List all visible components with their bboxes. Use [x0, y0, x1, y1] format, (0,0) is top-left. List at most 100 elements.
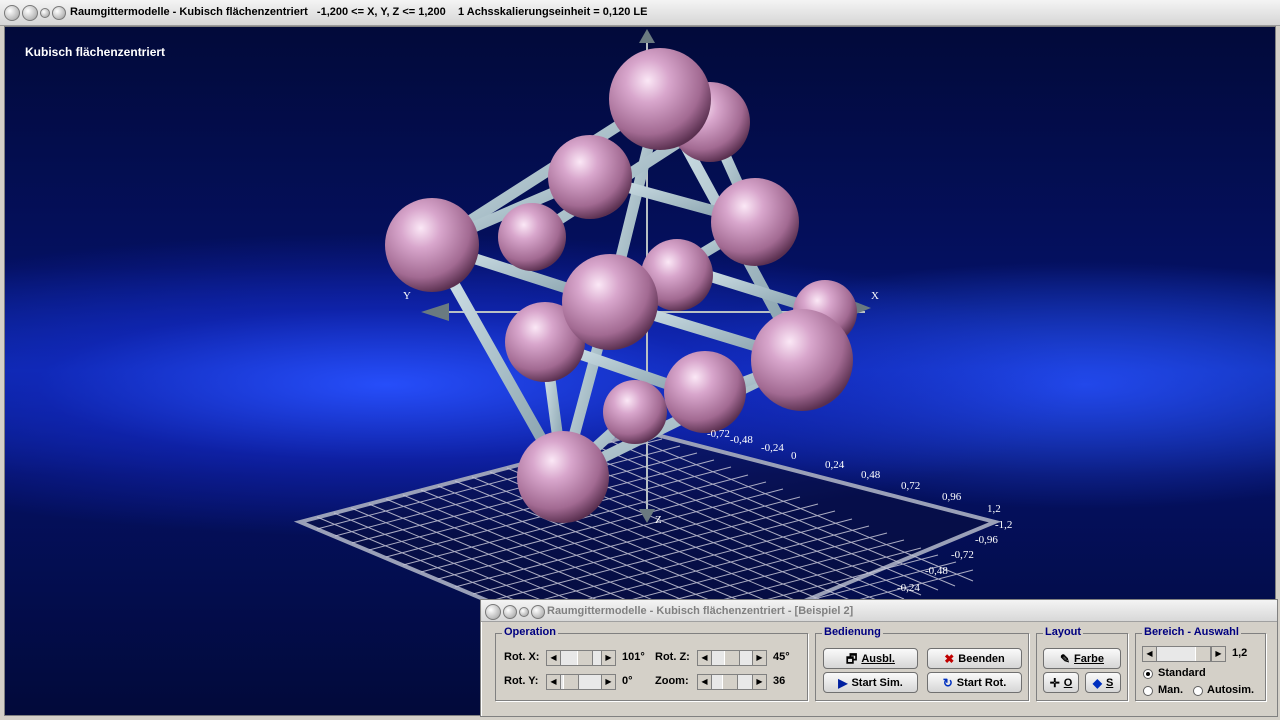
tick-label: 0,48	[861, 469, 881, 481]
atom	[517, 431, 609, 523]
arrow-right-icon[interactable]: ▶	[752, 675, 766, 689]
arrow-left-icon[interactable]: ◀	[698, 675, 712, 689]
slider-thumb[interactable]	[722, 675, 738, 689]
start-rot-button[interactable]: ↻ Start Rot.	[927, 672, 1022, 693]
ausbl-button[interactable]: 🗗 Ausbl.	[823, 648, 918, 669]
o-label: O	[1063, 676, 1073, 689]
arrow-right-icon[interactable]: ▶	[601, 651, 615, 665]
tick-label: 1,2	[987, 503, 1001, 515]
rot-x-label: Rot. X:	[504, 651, 540, 663]
farbe-label: Farbe	[1074, 652, 1105, 665]
arrow-left-icon[interactable]: ◀	[698, 651, 712, 665]
start-rot-label: Start Rot.	[956, 676, 1007, 689]
slider-thumb[interactable]	[577, 651, 593, 665]
rot-y-label: Rot. Y:	[504, 675, 539, 687]
slider-thumb[interactable]	[1195, 647, 1211, 661]
tick-label: 0,72	[901, 480, 920, 492]
close-x-icon: ✖	[944, 651, 955, 666]
atom	[711, 178, 799, 266]
beenden-label: Beenden	[958, 652, 1005, 665]
control-panel: Raumgittermodelle - Kubisch flächenzentr…	[480, 599, 1278, 717]
arrow-right-icon[interactable]: ▶	[601, 675, 615, 689]
close-circle-icon[interactable]	[4, 5, 20, 21]
o-button[interactable]: ✛ O	[1043, 672, 1079, 693]
panel-maximize-circle-icon[interactable]	[531, 605, 545, 619]
bereich-slider[interactable]: ◀ ▶	[1142, 646, 1226, 662]
rot-z-slider[interactable]: ◀ ▶	[697, 650, 767, 666]
tick-label: 0,24	[825, 459, 845, 471]
arrow-right-icon[interactable]: ▶	[752, 651, 766, 665]
rot-z-label: Rot. Z:	[655, 651, 690, 663]
beenden-button[interactable]: ✖ Beenden	[927, 648, 1022, 669]
title-bar: Raumgittermodelle - Kubisch flächenzentr…	[0, 0, 1280, 26]
zoom-label: Zoom:	[655, 675, 689, 687]
atom	[609, 48, 711, 150]
x-axis-label: X	[871, 290, 879, 302]
panel-window-controls	[485, 603, 545, 621]
tick-label: -0,72	[707, 428, 730, 440]
atom	[498, 203, 566, 271]
s-label: S	[1105, 676, 1114, 689]
panel-options-circle-icon[interactable]	[519, 607, 529, 617]
atom	[548, 135, 632, 219]
panel-title: Raumgittermodelle - Kubisch flächenzentr…	[547, 605, 854, 617]
bereich-value: 1,2	[1232, 647, 1248, 659]
minimize-circle-icon[interactable]	[22, 5, 38, 21]
play-icon: ▶	[838, 675, 848, 690]
layout-legend: Layout	[1043, 626, 1084, 638]
arrow-left-icon[interactable]: ◀	[547, 651, 561, 665]
tick-label: -1,2	[995, 519, 1012, 531]
arrow-left-icon[interactable]: ◀	[1143, 647, 1157, 661]
tick-label: -0,72	[951, 549, 974, 561]
arrow-left-icon[interactable]: ◀	[547, 675, 561, 689]
tick-label: -0,48	[925, 565, 948, 577]
autosim-label: Autosim.	[1207, 684, 1255, 696]
start-sim-button[interactable]: ▶ Start Sim.	[823, 672, 918, 693]
radio-standard[interactable]	[1143, 669, 1153, 679]
radio-autosim[interactable]	[1193, 686, 1203, 696]
rotate-icon: ↻	[942, 675, 953, 690]
zoom-slider[interactable]: ◀ ▶	[697, 674, 767, 690]
tick-label: -0,24	[897, 582, 920, 594]
slider-thumb[interactable]	[724, 651, 740, 665]
options-circle-icon[interactable]	[40, 8, 50, 18]
rot-y-slider[interactable]: ◀ ▶	[546, 674, 616, 690]
panel-close-circle-icon[interactable]	[485, 604, 501, 620]
crosshair-icon: ✛	[1049, 675, 1060, 690]
farbe-button[interactable]: ✎ Farbe	[1043, 648, 1121, 669]
atom	[562, 254, 658, 350]
man-label: Man.	[1158, 684, 1184, 696]
slider-thumb[interactable]	[563, 675, 579, 689]
atom	[664, 351, 746, 433]
atom	[603, 380, 667, 444]
operation-group: Operation Rot. X: ◀ ▶ 101° Rot. Y: ◀ ▶ 0…	[495, 626, 808, 701]
eraser-icon: ◆	[1092, 675, 1102, 690]
tick-label: -0,24	[761, 442, 784, 454]
atom	[751, 309, 853, 411]
rot-x-value: 101°	[622, 651, 645, 663]
rot-z-value: 45°	[773, 651, 790, 663]
app-window: Raumgittermodelle - Kubisch flächenzentr…	[0, 0, 1280, 720]
y-axis-arrow-icon	[421, 303, 449, 321]
hide-window-icon: 🗗	[846, 651, 858, 666]
arrow-right-icon[interactable]: ▶	[1211, 647, 1225, 661]
bedienung-group: Bedienung 🗗 Ausbl. ✖ Beenden ▶ Start Sim…	[815, 626, 1029, 701]
panel-title-bar: Raumgittermodelle - Kubisch flächenzentr…	[481, 600, 1277, 622]
rot-x-slider[interactable]: ◀ ▶	[546, 650, 616, 666]
operation-legend: Operation	[502, 626, 558, 638]
z-axis-arrow-icon	[639, 29, 655, 43]
window-controls	[4, 4, 66, 22]
maximize-circle-icon[interactable]	[52, 6, 66, 20]
tick-label: -0,48	[730, 434, 753, 446]
panel-minimize-circle-icon[interactable]	[503, 605, 517, 619]
s-button[interactable]: ◆ S	[1085, 672, 1121, 693]
start-sim-label: Start Sim.	[851, 676, 903, 689]
bedienung-legend: Bedienung	[822, 626, 883, 638]
radio-man[interactable]	[1143, 686, 1153, 696]
bereich-group: Bereich - Auswahl ◀ ▶ 1,2 Standard Man. …	[1135, 626, 1266, 701]
layout-group: Layout ✎ Farbe ✛ O ◆ S	[1036, 626, 1128, 701]
bereich-legend: Bereich - Auswahl	[1142, 626, 1241, 638]
standard-label: Standard	[1158, 667, 1206, 679]
tick-label: 0,96	[942, 491, 962, 503]
zoom-value: 36	[773, 675, 786, 687]
